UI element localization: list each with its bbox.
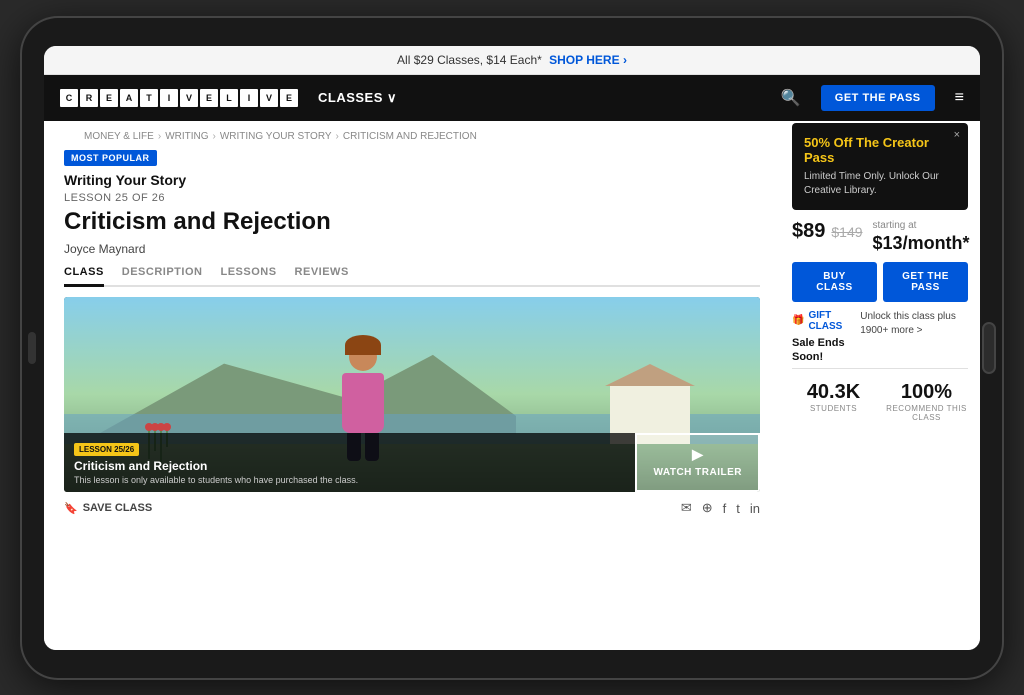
lesson-subtitle-overlay: This lesson is only available to student…: [74, 475, 625, 487]
nav-classes-menu[interactable]: CLASSES ∨: [318, 90, 397, 106]
video-overlay: LESSON 25/26 Criticism and Rejection Thi…: [64, 433, 760, 493]
lesson-title-overlay: Criticism and Rejection: [74, 459, 625, 473]
social-share-icons: ✉ ⊕ f t in: [681, 500, 760, 516]
breadcrumb: MONEY & LIFE › WRITING › WRITING YOUR ST…: [64, 121, 760, 148]
gift-icon: 🎁: [792, 315, 804, 326]
watch-trailer-button[interactable]: ▶ WATCH TRAILER: [635, 433, 760, 493]
logo-r: R: [80, 89, 98, 107]
screen: All $29 Classes, $14 Each* SHOP HERE › C…: [44, 46, 980, 650]
video-player: LESSON 25/26 Criticism and Rejection Thi…: [64, 297, 760, 492]
logo-l: L: [220, 89, 238, 107]
breadcrumb-current: CRITICISM AND REJECTION: [343, 131, 477, 142]
price-row: $89 $149: [792, 220, 863, 243]
breadcrumb-writing-story[interactable]: WRITING YOUR STORY: [220, 131, 332, 142]
left-panel: MONEY & LIFE › WRITING › WRITING YOUR ST…: [44, 121, 780, 650]
hamburger-menu-icon[interactable]: ≡: [955, 89, 964, 107]
promo-close-button[interactable]: ×: [954, 129, 960, 141]
tab-description[interactable]: DESCRIPTION: [122, 266, 203, 287]
facebook-icon[interactable]: f: [723, 501, 727, 516]
main-content: MONEY & LIFE › WRITING › WRITING YOUR ST…: [44, 121, 980, 650]
pinterest-icon[interactable]: ⊕: [702, 500, 713, 516]
tabs: CLASS DESCRIPTION LESSONS REVIEWS: [64, 266, 760, 287]
class-title: Criticism and Rejection: [64, 208, 760, 237]
price-pass-col: starting at $13/month*: [873, 220, 970, 254]
save-class-button[interactable]: 🔖 SAVE CLASS: [64, 502, 152, 515]
most-popular-badge: MOST POPULAR: [64, 150, 157, 166]
stat-recommend-value: 100%: [885, 381, 968, 404]
stat-recommend: 100% RECOMMEND THIS CLASS: [885, 381, 968, 422]
lesson-count: LESSON 25 OF 26: [64, 192, 760, 204]
promo-title: 50% Off The Creator Pass: [804, 135, 956, 166]
tab-lessons[interactable]: LESSONS: [220, 266, 276, 287]
unlock-col: Unlock this class plus 1900+ more >: [860, 310, 968, 338]
breadcrumb-sep3: ›: [336, 131, 339, 142]
parent-class-title: Writing Your Story: [64, 172, 760, 188]
lesson-badge: LESSON 25/26: [74, 443, 139, 456]
tablet-home-button: [982, 322, 996, 374]
logo-v2: V: [260, 89, 278, 107]
pricing-buttons: BUY CLASS GET THE PASS: [792, 262, 968, 302]
breadcrumb-sep2: ›: [213, 131, 216, 142]
right-panel: × 50% Off The Creator Pass Limited Time …: [780, 121, 980, 650]
stat-students: 40.3K STUDENTS: [792, 381, 875, 422]
promo-subtitle: Limited Time Only. Unlock Our Creative L…: [804, 170, 956, 198]
save-class-label: SAVE CLASS: [83, 502, 152, 514]
logo-v: V: [180, 89, 198, 107]
pricing-section: $89 $149 starting at $13/month* BUY CLAS…: [792, 220, 968, 423]
breadcrumb-money-life[interactable]: MONEY & LIFE: [84, 131, 154, 142]
price-buy-col: $89 $149: [792, 220, 863, 245]
lesson-info-overlay: LESSON 25/26 Criticism and Rejection Thi…: [64, 433, 635, 493]
gift-sale-col: 🎁 GIFT CLASS Sale Ends Soon!: [792, 310, 850, 365]
linkedin-icon[interactable]: in: [750, 501, 760, 516]
stat-students-label: STUDENTS: [792, 404, 875, 413]
logo: C R E A T I V E L I V E: [60, 89, 298, 107]
tab-reviews[interactable]: REVIEWS: [295, 266, 349, 287]
instructor-name: Joyce Maynard: [64, 242, 760, 256]
play-icon: ▶: [692, 446, 703, 463]
promo-card: × 50% Off The Creator Pass Limited Time …: [792, 123, 968, 210]
tablet-frame: All $29 Classes, $14 Each* SHOP HERE › C…: [22, 18, 1002, 678]
logo-i2: I: [240, 89, 258, 107]
stat-students-value: 40.3K: [792, 381, 875, 404]
announcement-text: All $29 Classes, $14 Each*: [397, 53, 542, 67]
stat-recommend-label: RECOMMEND THIS CLASS: [885, 404, 968, 422]
navbar: C R E A T I V E L I V E CLASSES ∨ 🔍 GET …: [44, 75, 980, 121]
email-icon[interactable]: ✉: [681, 500, 692, 516]
stats-section: 40.3K STUDENTS 100% RECOMMEND THIS CLASS: [792, 368, 968, 422]
gift-label: GIFT CLASS: [808, 310, 850, 332]
price-monthly: $13/month*: [873, 233, 970, 254]
search-icon[interactable]: 🔍: [781, 88, 801, 108]
watch-trailer-label: WATCH TRAILER: [653, 467, 742, 478]
logo-t: T: [140, 89, 158, 107]
content-row: MONEY & LIFE › WRITING › WRITING YOUR ST…: [44, 121, 980, 650]
shop-link[interactable]: SHOP HERE ›: [549, 53, 627, 67]
starting-at-label: starting at: [873, 220, 970, 231]
tablet-side-button: [28, 332, 36, 364]
logo-e3: E: [280, 89, 298, 107]
pricing-columns: $89 $149 starting at $13/month*: [792, 220, 968, 254]
logo-c: C: [60, 89, 78, 107]
breadcrumb-sep1: ›: [158, 131, 161, 142]
twitter-icon[interactable]: t: [736, 501, 740, 516]
logo-i: I: [160, 89, 178, 107]
nav-get-pass-button[interactable]: GET THE PASS: [821, 85, 935, 111]
breadcrumb-writing[interactable]: WRITING: [165, 131, 208, 142]
tab-class[interactable]: CLASS: [64, 266, 104, 287]
sale-ends-text: Sale Ends Soon!: [792, 336, 850, 365]
logo-a: A: [120, 89, 138, 107]
price-current: $89: [792, 220, 825, 243]
logo-e: E: [100, 89, 118, 107]
bookmark-icon: 🔖: [64, 502, 78, 515]
buy-class-button[interactable]: BUY CLASS: [792, 262, 877, 302]
gift-class-button[interactable]: 🎁 GIFT CLASS: [792, 310, 850, 332]
price-original: $149: [831, 224, 862, 240]
get-pass-button[interactable]: GET THE PASS: [883, 262, 968, 302]
unlock-text[interactable]: Unlock this class plus 1900+ more >: [860, 310, 968, 338]
announcement-bar: All $29 Classes, $14 Each* SHOP HERE ›: [44, 46, 980, 75]
logo-e2: E: [200, 89, 218, 107]
save-class-row: 🔖 SAVE CLASS ✉ ⊕ f t in: [64, 492, 760, 520]
promo-highlight: 50% Off The Creator Pass: [804, 135, 929, 166]
